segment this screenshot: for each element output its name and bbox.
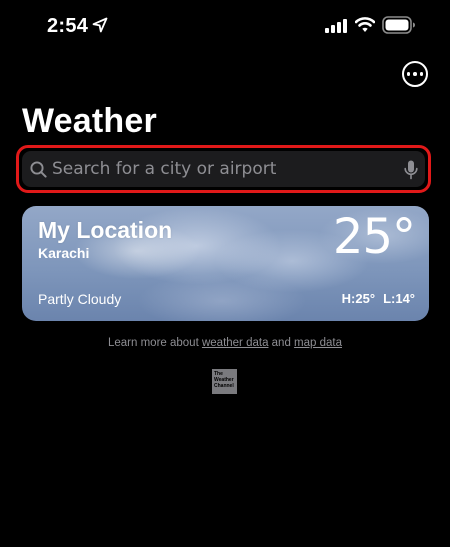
status-bar: 2:54 xyxy=(0,0,450,54)
current-temperature: 25° xyxy=(332,209,416,265)
wifi-icon xyxy=(355,17,375,32)
ellipsis-dot xyxy=(419,72,424,76)
microphone-icon[interactable] xyxy=(404,160,418,180)
logo-line: Channel xyxy=(214,383,234,389)
learn-more-text: Learn more about weather data and map da… xyxy=(0,337,450,349)
learn-more-prefix: Learn more about xyxy=(107,337,202,349)
search-bar[interactable] xyxy=(22,151,425,187)
my-location-card[interactable]: My Location Karachi 25° Partly Cloudy H:… xyxy=(22,206,429,321)
high-low-temperatures: H:25° L:14° xyxy=(342,290,415,308)
ellipsis-dot xyxy=(406,72,411,76)
location-arrow-icon xyxy=(92,17,108,33)
location-card-title: My Location xyxy=(38,217,173,243)
weather-condition: Partly Cloudy xyxy=(38,291,122,307)
search-input[interactable] xyxy=(52,151,392,187)
search-icon xyxy=(30,161,47,178)
high-temperature: H:25° xyxy=(341,291,376,306)
signal-icon xyxy=(325,19,347,33)
ellipsis-dot xyxy=(413,72,417,76)
low-temperature: L:14° xyxy=(383,291,415,306)
status-time: 2:54 xyxy=(47,15,89,37)
learn-more-conjunction: and xyxy=(268,337,295,349)
weather-data-link[interactable]: weather data xyxy=(202,337,269,349)
map-data-link[interactable]: map data xyxy=(294,337,342,349)
battery-icon xyxy=(382,16,415,34)
weather-channel-logo[interactable]: The Weather Channel xyxy=(212,369,237,394)
location-city: Karachi xyxy=(38,245,90,261)
more-options-button[interactable] xyxy=(402,61,428,87)
page-title: Weather xyxy=(22,102,157,140)
